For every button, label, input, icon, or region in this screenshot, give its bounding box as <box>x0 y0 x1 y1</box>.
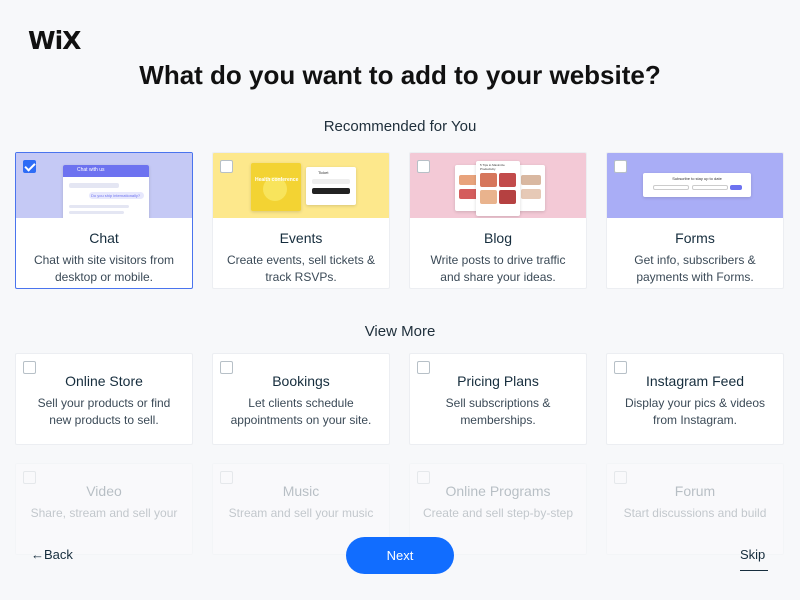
online-programs-checkbox[interactable] <box>417 471 430 484</box>
forms-thumbnail: Subscribe to stay up to date <box>607 153 783 218</box>
card-description: Start discussions and build <box>623 506 767 520</box>
chat-bubble-text: Do you ship internationally? <box>91 193 141 198</box>
events-checkbox[interactable] <box>220 160 233 173</box>
view-more-grid: Online Store Sell your products or find … <box>15 353 784 445</box>
chat-header-text: Chat with us <box>77 167 105 173</box>
card-description: Get info, subscribers & payments with Fo… <box>634 253 756 284</box>
card-title: Events <box>279 230 323 246</box>
blog-thumbnail: 5 Tips to Maximize Productivity <box>410 153 586 218</box>
events-thumbnail: Health conference Ticket <box>213 153 389 218</box>
card-events[interactable]: Health conference Ticket Events Create e… <box>212 152 390 289</box>
card-title: Bookings <box>272 373 330 389</box>
recommended-grid: Chat with us Do you ship internationally… <box>15 152 784 289</box>
blog-heading-text: 5 Tips to Maximize Productivity <box>480 163 505 171</box>
card-title: Music <box>282 483 320 499</box>
bottom-navigation: ←Back Next Skip <box>0 537 800 575</box>
forum-checkbox[interactable] <box>614 471 627 484</box>
card-forms[interactable]: Subscribe to stay up to date Forms Get i… <box>606 152 784 289</box>
card-instagram-feed[interactable]: Instagram Feed Display your pics & video… <box>606 353 784 445</box>
music-checkbox[interactable] <box>220 471 233 484</box>
card-description: Sell your products or find new products … <box>37 396 171 427</box>
card-description: Let clients schedule appointments on you… <box>230 396 372 427</box>
card-description: Display your pics & videos from Instagra… <box>624 396 766 427</box>
blog-checkbox[interactable] <box>417 160 430 173</box>
pricing-plans-checkbox[interactable] <box>417 361 430 374</box>
card-title: Forum <box>674 483 716 499</box>
back-button[interactable]: ←Back <box>31 547 73 562</box>
page-title: What do you want to add to your website? <box>139 60 661 90</box>
card-description: Write posts to drive traffic and share y… <box>430 253 566 284</box>
chat-thumbnail: Chat with us Do you ship internationally… <box>16 153 192 218</box>
card-pricing-plans[interactable]: Pricing Plans Sell subscriptions & membe… <box>409 353 587 445</box>
card-title: Chat <box>89 230 119 246</box>
card-bookings[interactable]: Bookings Let clients schedule appointmen… <box>212 353 390 445</box>
forms-checkbox[interactable] <box>614 160 627 173</box>
card-chat[interactable]: Chat with us Do you ship internationally… <box>15 152 193 289</box>
card-description: Sell subscriptions & memberships. <box>445 396 551 427</box>
online-store-checkbox[interactable] <box>23 361 36 374</box>
card-title: Instagram Feed <box>645 373 745 389</box>
chat-checkbox[interactable] <box>23 160 36 173</box>
card-description: Stream and sell your music <box>228 506 374 520</box>
skip-underline <box>740 570 768 571</box>
card-title: Online Programs <box>445 483 551 499</box>
events-ticket-text: Ticket <box>318 170 329 175</box>
events-title-text: Health conference <box>255 177 299 183</box>
bookings-checkbox[interactable] <box>220 361 233 374</box>
forms-heading-text: Subscribe to stay up to date <box>672 176 722 181</box>
card-description: Create events, sell tickets & track RSVP… <box>226 253 376 284</box>
card-description: Create and sell step-by-step <box>422 506 574 520</box>
video-checkbox[interactable] <box>23 471 36 484</box>
instagram-feed-checkbox[interactable] <box>614 361 627 374</box>
next-button[interactable]: Next <box>346 537 454 574</box>
wix-logo: WiX <box>28 26 81 55</box>
card-title: Blog <box>483 230 513 246</box>
recommended-heading: Recommended for You <box>323 118 477 135</box>
card-blog[interactable]: 5 Tips to Maximize Productivity Blog Wri… <box>409 152 587 289</box>
skip-link[interactable]: Skip <box>740 547 765 562</box>
card-description: Share, stream and sell your <box>30 506 178 520</box>
card-description: Chat with site visitors from desktop or … <box>33 253 175 284</box>
card-title: Forms <box>675 230 715 246</box>
card-online-store[interactable]: Online Store Sell your products or find … <box>15 353 193 445</box>
card-title: Online Store <box>65 373 143 389</box>
card-title: Video <box>86 483 122 499</box>
card-title: Pricing Plans <box>457 373 539 389</box>
view-more-heading: View More <box>364 323 436 340</box>
